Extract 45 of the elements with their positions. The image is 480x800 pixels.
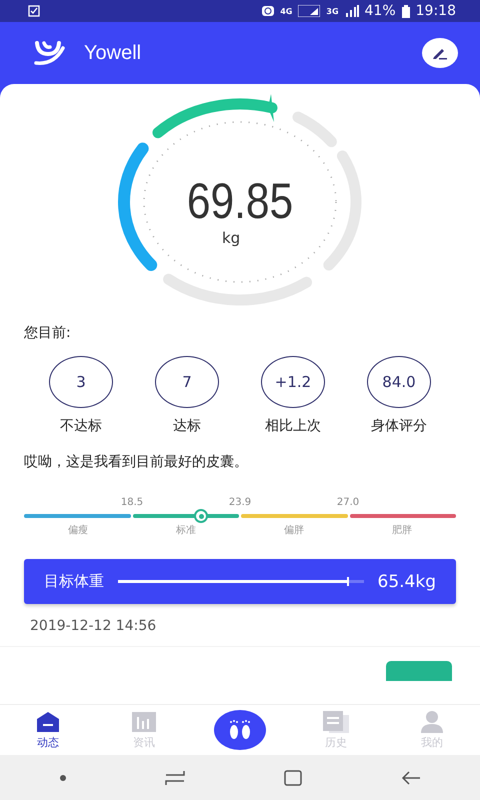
measure-button[interactable] [214, 710, 266, 750]
weight-value: 69.85 [186, 173, 294, 229]
scale-label: 肥胖 [391, 524, 413, 537]
record-time: 2019-12-12 14:56 [0, 604, 480, 647]
dot-icon [60, 774, 66, 780]
comment-text: 哎呦，这是我看到目前最好的皮囊。 [24, 453, 249, 471]
signal-icon [298, 5, 320, 17]
network-label: 4G [280, 6, 292, 16]
home-icon [36, 710, 60, 732]
stat-label: 不达标 [60, 417, 102, 435]
nav-tab[interactable]: 动态 [0, 710, 96, 750]
weight-unit: kg [222, 229, 240, 247]
network-label: 3G [326, 6, 339, 16]
signal-icon [344, 5, 359, 17]
stat-value: 3 [49, 356, 113, 408]
scale-marker [194, 509, 208, 523]
threshold-label: 27.0 [336, 497, 360, 508]
app-title: Yowell [84, 42, 142, 64]
scale-label: 标准 [175, 524, 197, 537]
checkbox-icon [28, 5, 40, 17]
recent-apps-icon [164, 770, 184, 786]
threshold-label: 18.5 [120, 497, 144, 508]
scale-label: 偏瘦 [67, 524, 89, 537]
stat-value: 84.0 [367, 356, 431, 408]
target-value: 65.4kg [378, 572, 436, 592]
person-icon [420, 710, 444, 732]
battery-icon [402, 4, 410, 18]
stat-label: 身体评分 [371, 417, 427, 435]
document-icon [323, 710, 349, 732]
summary-title: 您目前: [24, 324, 72, 342]
home-square-icon [284, 770, 302, 786]
scale-label: 偏胖 [283, 524, 305, 537]
battery-percent: 41% [364, 3, 396, 19]
bar-chart-icon [132, 710, 156, 732]
edit-button[interactable] [422, 38, 458, 68]
target-label: 目标体重 [44, 572, 104, 591]
logo-icon [34, 40, 66, 66]
clock-time: 19:18 [416, 3, 456, 19]
threshold-label: 23.9 [228, 497, 252, 508]
pencil-icon [432, 46, 448, 60]
stat-label: 相比上次 [265, 417, 321, 435]
back-arrow-icon [400, 770, 420, 786]
stat-label: 达标 [173, 417, 201, 435]
stat-value: 7 [155, 356, 219, 408]
stat-value: +1.2 [261, 356, 325, 408]
